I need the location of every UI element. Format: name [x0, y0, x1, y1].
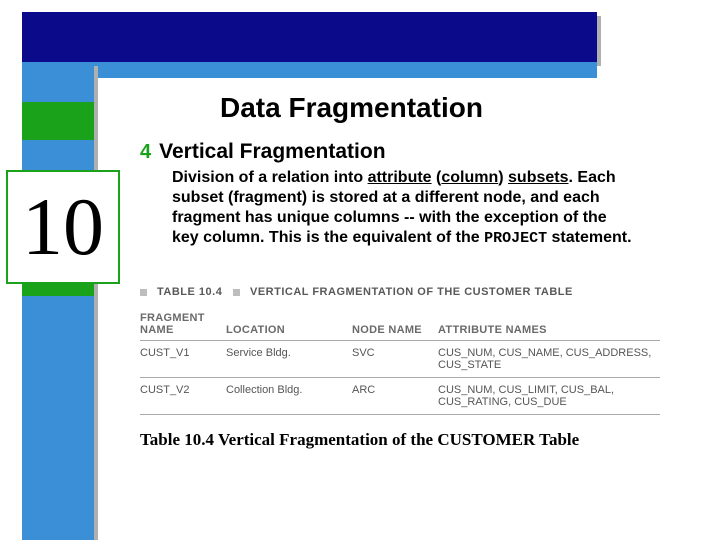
cell-node: ARC — [352, 378, 438, 415]
table-row: CUST_V1 Service Bldg. SVC CUS_NUM, CUS_N… — [140, 341, 660, 378]
table-title-marker-icon — [140, 289, 147, 296]
body-underline: subsets — [508, 169, 568, 186]
table-title-text: VERTICAL FRAGMENTATION OF THE — [250, 286, 464, 298]
col-header-location: LOCATION — [226, 308, 352, 341]
cell-attrs: CUS_NUM, CUS_LIMIT, CUS_BAL, CUS_RATING,… — [438, 378, 660, 415]
table: FRAGMENT NAME LOCATION NODE NAME ATTRIBU… — [140, 308, 660, 415]
green-band — [22, 102, 94, 140]
body-text-part: statement. — [547, 229, 631, 246]
cell-location: Service Bldg. — [226, 341, 352, 378]
col-header-fragment: FRAGMENT NAME — [140, 308, 226, 341]
table-caption: Table 10.4 Vertical Fragmentation of the… — [140, 430, 579, 450]
header-strip — [22, 62, 597, 78]
cell-fragment: CUST_V2 — [140, 378, 226, 415]
table-row: CUST_V2 Collection Bldg. ARC CUS_NUM, CU… — [140, 378, 660, 415]
body-text-part: ) — [498, 169, 508, 186]
table-header-row: FRAGMENT NAME LOCATION NODE NAME ATTRIBU… — [140, 308, 660, 341]
table-title-bold: CUSTOMER — [464, 286, 531, 298]
col-header-node: NODE NAME — [352, 308, 438, 341]
chapter-number: 10 — [22, 186, 104, 268]
table-title-marker-icon — [233, 289, 240, 296]
cell-location: Collection Bldg. — [226, 378, 352, 415]
header-bar — [22, 12, 597, 62]
bullet-item: 4 Vertical Fragmentation — [140, 140, 386, 164]
cell-attrs: CUS_NUM, CUS_NAME, CUS_ADDRESS, CUS_STAT… — [438, 341, 660, 378]
side-column — [22, 62, 94, 540]
body-text-part: ( — [432, 169, 442, 186]
chapter-number-box: 10 — [6, 170, 120, 284]
slide-title: Data Fragmentation — [220, 92, 483, 124]
bullet-label: Vertical Fragmentation — [159, 140, 385, 164]
body-monospace: PROJECT — [484, 230, 547, 247]
body-paragraph: Division of a relation into attribute (c… — [172, 168, 632, 249]
body-underline: attribute — [368, 169, 432, 186]
fragmentation-table: TABLE 10.4 VERTICAL FRAGMENTATION OF THE… — [140, 286, 660, 415]
body-text-part: Division of a relation into — [172, 169, 368, 186]
table-title-prefix: TABLE 10.4 — [157, 286, 222, 298]
cell-node: SVC — [352, 341, 438, 378]
body-underline: column — [441, 169, 498, 186]
table-title-tail: TABLE — [531, 286, 573, 298]
cell-fragment: CUST_V1 — [140, 341, 226, 378]
bullet-icon: 4 — [140, 140, 151, 164]
table-title: TABLE 10.4 VERTICAL FRAGMENTATION OF THE… — [140, 286, 660, 298]
col-header-attrs: ATTRIBUTE NAMES — [438, 308, 660, 341]
